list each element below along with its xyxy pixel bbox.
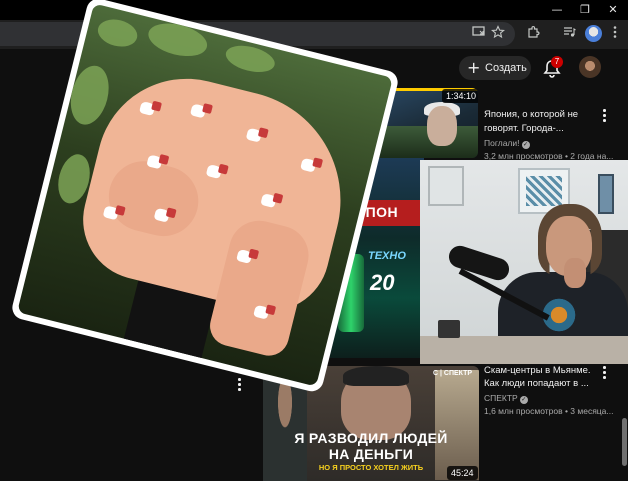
close-button[interactable]: ✕ (602, 2, 624, 18)
video-stats: 1,6 млн просмотров • 3 месяца... (484, 406, 614, 416)
wall-frame (428, 166, 464, 206)
notifications-badge: 7 (551, 56, 563, 68)
account-avatar[interactable] (579, 56, 601, 78)
media-controls-icon[interactable] (560, 25, 578, 43)
foliage (223, 41, 278, 77)
thumbnail-channel-label: С | СПЕКТР (433, 370, 473, 377)
verified-check-icon: ✓ (519, 396, 528, 404)
video-duration: 1:34:10 (442, 89, 478, 103)
minimize-button[interactable]: — (546, 2, 568, 18)
video-title-line[interactable]: Скам-центры в Мьянме. (484, 364, 591, 378)
create-button[interactable]: + Создать (459, 56, 531, 80)
install-app-icon[interactable] (470, 25, 488, 43)
video-menu-icon[interactable] (601, 109, 607, 123)
channel-label: Поглали! (484, 138, 520, 148)
video-menu-icon[interactable] (236, 378, 242, 392)
thumbnail-headline: Я РАЗВОДИЛ ЛЮДЕЙ (294, 430, 448, 446)
video-duration: 45:24 (447, 466, 478, 480)
star-icon[interactable] (489, 25, 507, 43)
scrollbar-thumb[interactable] (622, 418, 627, 466)
channel-label: СПЕКТР (484, 393, 518, 403)
profile-icon[interactable] (585, 25, 602, 42)
wall-picture (598, 174, 614, 214)
foliage (95, 15, 141, 51)
phone (438, 320, 460, 338)
verified-check-icon: ✓ (521, 141, 530, 149)
video-title-line[interactable]: говорят. Города-... (484, 122, 564, 136)
person-hand (564, 258, 586, 288)
extensions-icon[interactable] (524, 25, 542, 43)
foliage (65, 61, 115, 129)
thumbnail-tech-text: ТЕХНО (368, 250, 406, 262)
channel-name[interactable]: Поглали! ✓ (484, 137, 530, 149)
kebab-menu-icon[interactable] (606, 25, 624, 43)
webcam-overlay (420, 160, 628, 364)
plus-icon: + (467, 58, 481, 77)
video-menu-icon[interactable] (601, 366, 607, 380)
video-title-line[interactable]: Как люди попадают в ... (484, 377, 589, 391)
create-label: Создать (485, 62, 527, 74)
thumbnail-landscape (372, 126, 478, 158)
maximize-button[interactable]: ❐ (574, 2, 596, 18)
video-title-line[interactable]: Япония, о которой не (484, 108, 578, 122)
desk (420, 336, 628, 364)
thumbnail-person-hair (343, 366, 409, 386)
thumbnail-headline: НА ДЕНЬГИ (328, 446, 414, 462)
channel-name[interactable]: СПЕКТР ✓ (484, 392, 528, 404)
foliage (145, 17, 211, 62)
thumbnail-year-text: 20 (370, 270, 395, 295)
thumbnail-person (427, 106, 457, 146)
